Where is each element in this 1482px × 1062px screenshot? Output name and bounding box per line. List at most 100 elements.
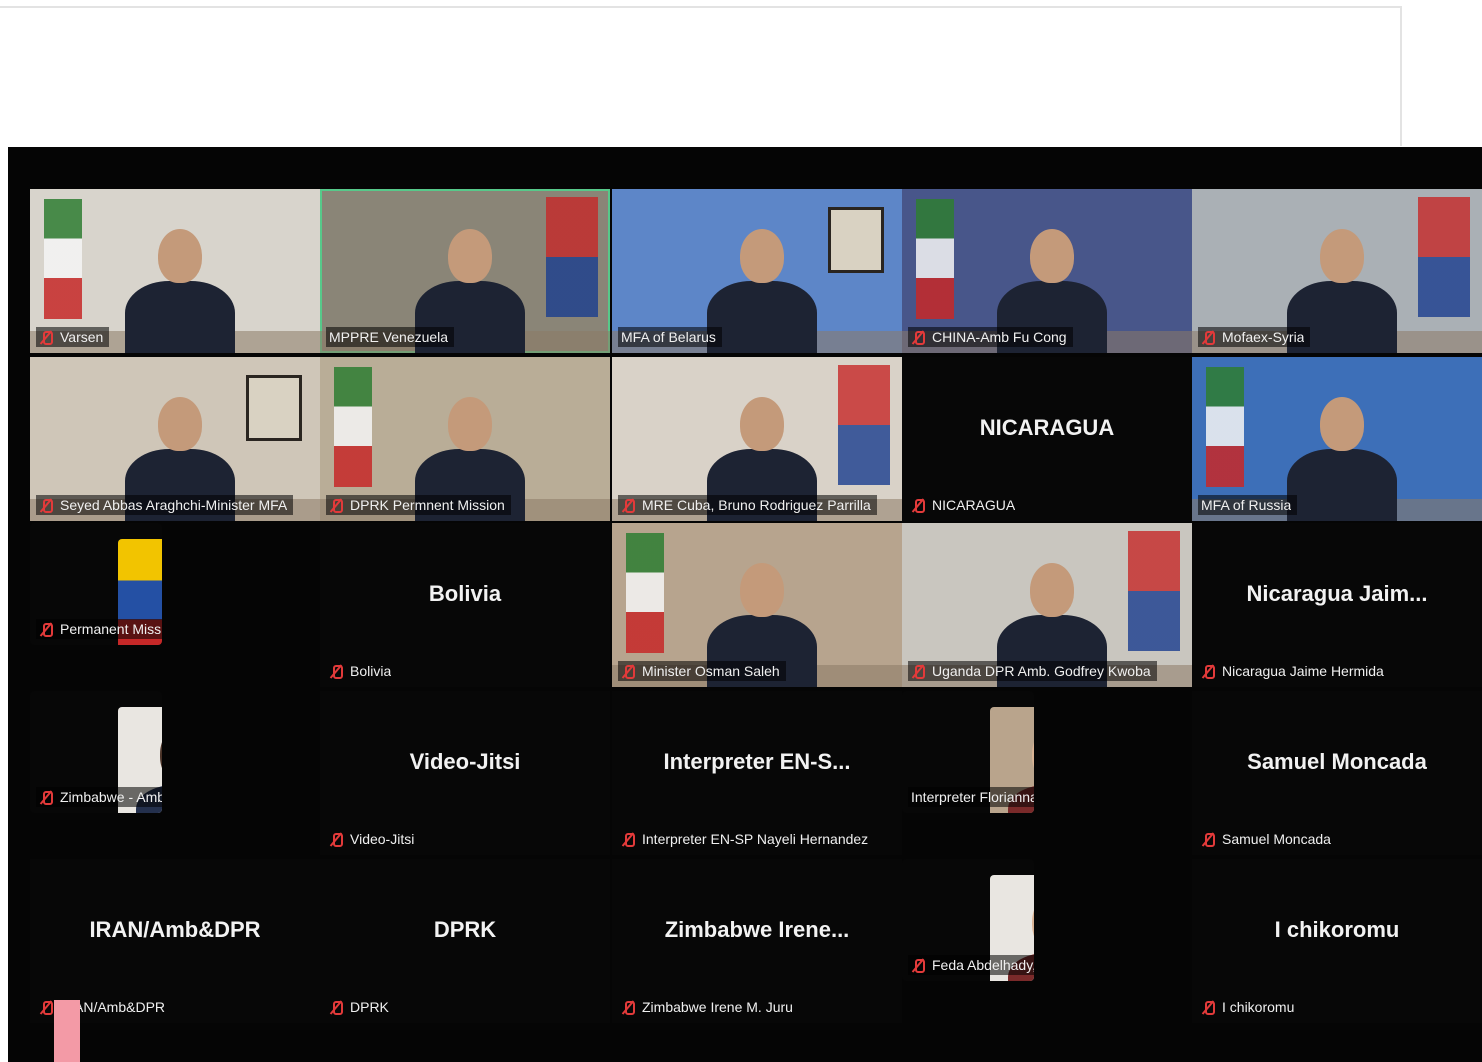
participant-tile-interpreter-florianna-ram-rez[interactable]: Interpreter Florianna Ramírez <box>902 691 1034 813</box>
participant-display-name: Bolivia <box>428 581 502 606</box>
participant-tile-mfa-of-russia[interactable]: MFA of Russia <box>1192 357 1482 521</box>
participant-name: MFA of Russia <box>1201 497 1292 513</box>
participant-tile-dprk[interactable]: DPRK DPRK <box>320 859 610 1023</box>
mic-off-icon <box>1201 330 1215 345</box>
participant-name: I chikoromu <box>1222 999 1295 1015</box>
participant-tile-iran-amb-dpr[interactable]: IRAN/Amb&DPR IRAN/Amb&DPR <box>30 859 320 1023</box>
mic-off-icon <box>621 664 635 679</box>
participant-name-label: Feda Abdelhady, DPR State of Palestine <box>908 955 1034 975</box>
mic-off-icon <box>911 498 925 513</box>
participant-tile-nicaragua[interactable]: NICARAGUA NICARAGUA <box>902 357 1192 521</box>
participant-tile-varsen[interactable]: Varsen <box>30 189 320 353</box>
participant-tile-permanent-mission-of-venezuela-to-the[interactable]: Permanent Mission of Venezuela to the ..… <box>30 523 162 645</box>
participant-name-label: Interpreter Florianna Ramírez <box>908 787 1034 807</box>
mic-off-icon <box>911 958 925 973</box>
mic-off-icon <box>1201 832 1215 847</box>
participant-tile-nicaragua-jaime-hermida[interactable]: Nicaragua Jaim... Nicaragua Jaime Hermida <box>1192 523 1482 687</box>
participant-name-label: CHINA-Amb Fu Cong <box>908 327 1073 347</box>
participant-name: DPRK Permnent Mission <box>350 497 505 513</box>
participant-name-label: Nicaragua Jaime Hermida <box>1198 661 1390 681</box>
mic-off-icon <box>329 498 343 513</box>
participant-name: MPPRE Venezuela <box>329 329 449 345</box>
mic-off-icon <box>621 832 635 847</box>
participant-name-label: DPRK <box>326 997 395 1017</box>
mic-off-icon <box>39 790 53 805</box>
mic-off-icon <box>621 498 635 513</box>
participant-display-name: Video-Jitsi <box>409 749 521 774</box>
mic-off-icon <box>1201 1000 1215 1015</box>
mic-off-icon <box>911 664 925 679</box>
participant-tile-mppre-venezuela[interactable]: MPPRE Venezuela <box>320 189 610 353</box>
participant-tile-samuel-moncada[interactable]: Samuel Moncada Samuel Moncada <box>1192 691 1482 855</box>
bottom-indicator <box>54 1000 80 1062</box>
mic-off-icon <box>39 622 53 637</box>
participant-name-label: Mofaex-Syria <box>1198 327 1311 347</box>
participant-tile-i-chikoromu[interactable]: I chikoromu I chikoromu <box>1192 859 1482 1023</box>
participant-name-label: Uganda DPR Amb. Godfrey Kwoba <box>908 661 1157 681</box>
participant-name: Interpreter EN-SP Nayeli Hernandez <box>642 831 869 847</box>
participant-tile-minister-osman-saleh[interactable]: Minister Osman Saleh <box>612 523 902 687</box>
participant-name: Mofaex-Syria <box>1222 329 1305 345</box>
mic-off-icon <box>1201 664 1215 679</box>
mic-off-icon <box>39 1000 53 1015</box>
participant-name-label: MRE Cuba, Bruno Rodriguez Parrilla <box>618 495 877 515</box>
participant-name: Varsen <box>60 329 104 345</box>
mic-off-icon <box>911 330 925 345</box>
participant-name-label: I chikoromu <box>1198 997 1300 1017</box>
participant-name-label: Interpreter EN-SP Nayeli Hernandez <box>618 829 874 849</box>
participant-name-label: Minister Osman Saleh <box>618 661 786 681</box>
mic-off-icon <box>329 832 343 847</box>
mic-off-icon <box>621 1000 635 1015</box>
mic-off-icon <box>329 1000 343 1015</box>
participant-tile-interpreter-en-sp-nayeli-hernandez[interactable]: Interpreter EN-S... Interpreter EN-SP Nay… <box>612 691 902 855</box>
participant-name: NICARAGUA <box>932 497 1016 513</box>
participant-tile-bolivia[interactable]: Bolivia Bolivia <box>320 523 610 687</box>
page-top-frame <box>0 6 1402 146</box>
participant-name: Minister Osman Saleh <box>642 663 780 679</box>
participant-name: Bolivia <box>350 663 392 679</box>
participant-name: MRE Cuba, Bruno Rodriguez Parrilla <box>642 497 871 513</box>
participant-name: Video-Jitsi <box>350 831 415 847</box>
mic-off-icon <box>39 330 53 345</box>
participant-name: Uganda DPR Amb. Godfrey Kwoba <box>932 663 1151 679</box>
participant-display-name: Zimbabwe Irene... <box>664 917 850 942</box>
participant-display-name: NICARAGUA <box>979 415 1115 440</box>
participant-tile-mfa-of-belarus[interactable]: MFA of Belarus <box>612 189 902 353</box>
participant-tile-uganda-dpr-amb-godfrey-kwoba[interactable]: Uganda DPR Amb. Godfrey Kwoba <box>902 523 1192 687</box>
participant-name-label: Video-Jitsi <box>326 829 420 849</box>
participant-display-name: IRAN/Amb&DPR <box>89 917 261 942</box>
participant-display-name: Nicaragua Jaim... <box>1246 581 1428 606</box>
participant-tile-mre-cuba-bruno-rodriguez-parrilla[interactable]: MRE Cuba, Bruno Rodriguez Parrilla <box>612 357 902 521</box>
participant-name-label: Seyed Abbas Araghchi-Minister MFA <box>36 495 294 515</box>
participant-tile-zimbabwe-ambassador-taonga-musha[interactable]: Zimbabwe - Ambassador Taonga Musha... <box>30 691 162 813</box>
participant-name: Nicaragua Jaime Hermida <box>1222 663 1384 679</box>
participant-name: DPRK <box>350 999 389 1015</box>
participant-display-name: I chikoromu <box>1274 917 1400 942</box>
participant-name-label: Samuel Moncada <box>1198 829 1337 849</box>
participant-tile-video-jitsi[interactable]: Video-Jitsi Video-Jitsi <box>320 691 610 855</box>
participant-tile-zimbabwe-irene-m-juru[interactable]: Zimbabwe Irene... Zimbabwe Irene M. Juru <box>612 859 902 1023</box>
participant-display-name: DPRK <box>433 917 497 942</box>
participant-tile-dprk-permnent-mission[interactable]: DPRK Permnent Mission <box>320 357 610 521</box>
participant-display-name: Interpreter EN-S... <box>663 749 851 774</box>
participant-name-label: MFA of Russia <box>1198 495 1298 515</box>
participant-tile-seyed-abbas-araghchi-minister-mfa[interactable]: Seyed Abbas Araghchi-Minister MFA <box>30 357 320 521</box>
participant-name-label: DPRK Permnent Mission <box>326 495 511 515</box>
participant-tile-china-amb-fu-cong[interactable]: CHINA-Amb Fu Cong <box>902 189 1192 353</box>
participant-name-label: MPPRE Venezuela <box>326 327 455 347</box>
participant-name: Zimbabwe - Ambassador Taonga Musha... <box>60 789 162 805</box>
participant-name: Zimbabwe Irene M. Juru <box>642 999 793 1015</box>
mic-off-icon <box>329 664 343 679</box>
participant-name-label: Varsen <box>36 327 110 347</box>
participant-name: Interpreter Florianna Ramírez <box>911 789 1034 805</box>
participant-name-label: Permanent Mission of Venezuela to the ..… <box>36 619 162 639</box>
participant-name-label: NICARAGUA <box>908 495 1021 515</box>
participant-name: Samuel Moncada <box>1222 831 1331 847</box>
mic-off-icon <box>39 498 53 513</box>
participant-tile-feda-abdelhady-dpr-state-of-palestine[interactable]: Feda Abdelhady, DPR State of Palestine <box>902 859 1034 981</box>
participant-name: CHINA-Amb Fu Cong <box>932 329 1067 345</box>
participant-name: MFA of Belarus <box>621 329 716 345</box>
participant-tile-mofaex-syria[interactable]: Mofaex-Syria <box>1192 189 1482 353</box>
participant-display-name: Samuel Moncada <box>1247 749 1427 774</box>
participant-name-label: Bolivia <box>326 661 397 681</box>
